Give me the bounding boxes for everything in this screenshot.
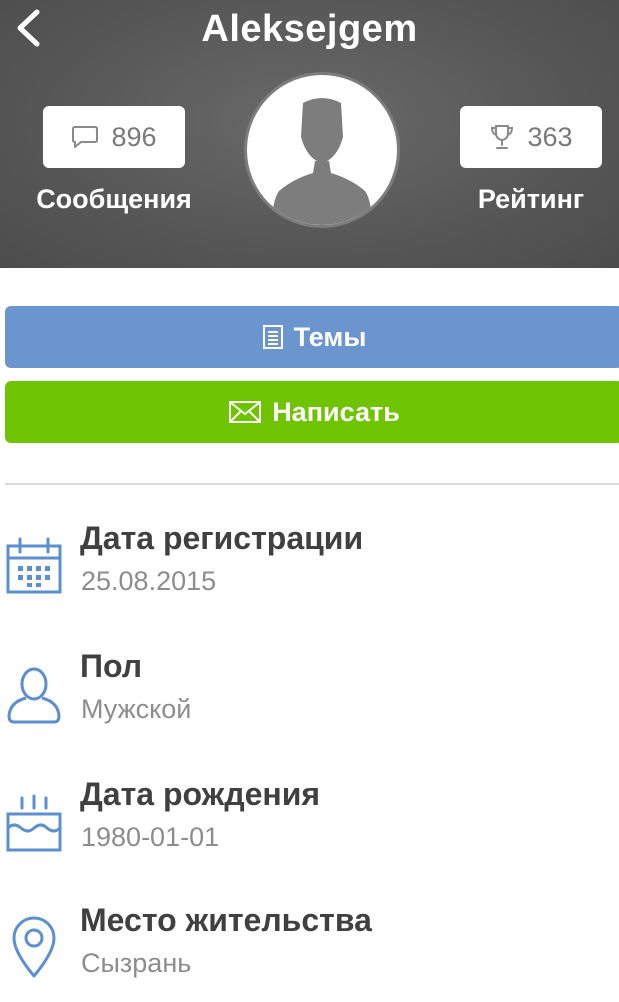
person-icon — [7, 667, 61, 724]
info-value: Сызрань — [81, 948, 192, 978]
messages-count: 896 — [111, 121, 157, 152]
info-label: Дата рождения — [80, 776, 321, 812]
topics-button-label: Темы — [293, 321, 367, 352]
location-pin-icon — [12, 916, 56, 978]
info-gender: Пол Мужской — [0, 648, 619, 748]
document-icon — [262, 325, 283, 349]
info-value: Мужской — [81, 694, 192, 724]
profile-header: Aleksejgem 896 Сообщения 363 Рейтинг — [0, 0, 619, 268]
default-avatar-icon — [271, 98, 373, 225]
info-value: 1980-01-01 — [81, 822, 220, 852]
speech-bubble-icon — [72, 126, 99, 148]
info-label: Дата регистрации — [80, 520, 364, 556]
info-label: Пол — [80, 648, 143, 684]
info-value: 25.08.2015 — [81, 566, 217, 596]
info-label: Место жительства — [80, 902, 372, 938]
rating-count-badge[interactable]: 363 — [460, 106, 602, 168]
avatar[interactable] — [244, 72, 400, 228]
write-message-button[interactable]: Написать — [5, 381, 619, 443]
topics-button[interactable]: Темы — [5, 306, 619, 368]
info-registration-date: Дата регистрации 25.08.2015 — [0, 520, 619, 620]
rating-count: 363 — [527, 121, 573, 152]
rating-label: Рейтинг — [477, 184, 585, 214]
birthday-cake-icon — [6, 794, 62, 852]
envelope-icon — [229, 401, 262, 423]
page-title: Aleksejgem — [201, 8, 418, 50]
messages-count-badge[interactable]: 896 — [43, 106, 185, 168]
divider — [5, 483, 619, 485]
messages-label: Сообщения — [36, 184, 192, 214]
info-residence: Место жительства Сызрань — [0, 902, 619, 1002]
trophy-icon — [491, 125, 514, 149]
calendar-icon — [6, 537, 62, 594]
info-birth-date: Дата рождения 1980-01-01 — [0, 776, 619, 876]
write-button-label: Написать — [272, 396, 400, 427]
